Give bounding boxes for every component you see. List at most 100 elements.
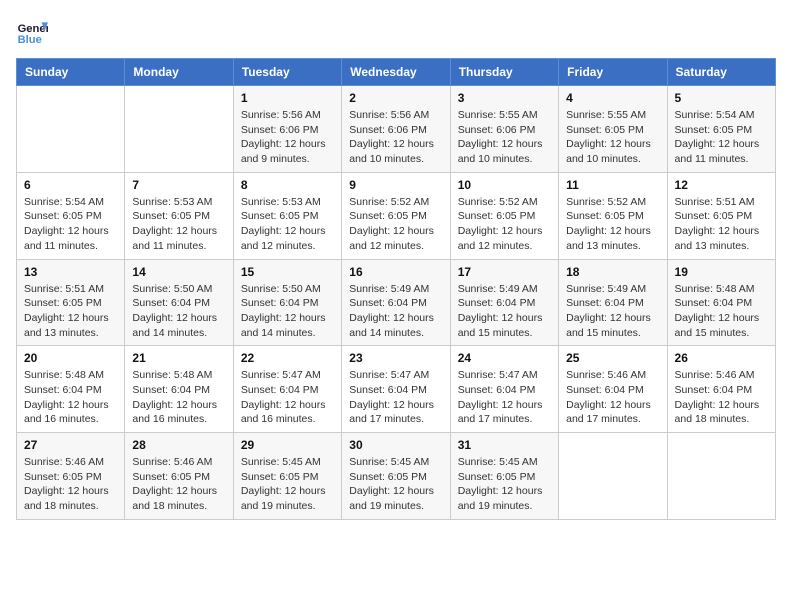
calendar-cell: 16 Sunrise: 5:49 AMSunset: 6:04 PMDayligh…	[342, 259, 450, 346]
day-info: Sunrise: 5:48 AMSunset: 6:04 PMDaylight:…	[24, 368, 117, 427]
calendar-week-row: 6 Sunrise: 5:54 AMSunset: 6:05 PMDaylight…	[17, 172, 776, 259]
calendar-table: SundayMondayTuesdayWednesdayThursdayFrid…	[16, 58, 776, 520]
calendar-week-row: 27 Sunrise: 5:46 AMSunset: 6:05 PMDayligh…	[17, 433, 776, 520]
day-info: Sunrise: 5:46 AMSunset: 6:04 PMDaylight:…	[566, 368, 659, 427]
day-number: 13	[24, 265, 117, 279]
day-info: Sunrise: 5:53 AMSunset: 6:05 PMDaylight:…	[132, 195, 225, 254]
calendar-cell: 1 Sunrise: 5:56 AMSunset: 6:06 PMDaylight…	[233, 86, 341, 173]
day-number: 25	[566, 351, 659, 365]
day-number: 4	[566, 91, 659, 105]
day-number: 31	[458, 438, 551, 452]
day-info: Sunrise: 5:51 AMSunset: 6:05 PMDaylight:…	[675, 195, 768, 254]
day-number: 10	[458, 178, 551, 192]
day-number: 12	[675, 178, 768, 192]
svg-text:Blue: Blue	[18, 34, 42, 46]
calendar-cell: 21Sunrise: 5:48 AMSunset: 6:04 PMDayligh…	[125, 346, 233, 433]
calendar-cell: 10 Sunrise: 5:52 AMSunset: 6:05 PMDayligh…	[450, 172, 558, 259]
calendar-cell: 22Sunrise: 5:47 AMSunset: 6:04 PMDayligh…	[233, 346, 341, 433]
calendar-header-row: SundayMondayTuesdayWednesdayThursdayFrid…	[17, 59, 776, 86]
calendar-cell: 20 Sunrise: 5:48 AMSunset: 6:04 PMDayligh…	[17, 346, 125, 433]
day-number: 16	[349, 265, 442, 279]
calendar-cell: 19Sunrise: 5:48 AMSunset: 6:04 PMDayligh…	[667, 259, 775, 346]
day-number: 19	[675, 265, 768, 279]
weekday-header: Monday	[125, 59, 233, 86]
page-header: General Blue	[16, 16, 776, 48]
calendar-cell	[17, 86, 125, 173]
calendar-cell: 23 Sunrise: 5:47 AMSunset: 6:04 PMDayligh…	[342, 346, 450, 433]
logo-icon: General Blue	[16, 16, 48, 48]
day-info: Sunrise: 5:55 AMSunset: 6:06 PMDaylight:…	[458, 108, 551, 167]
day-number: 1	[241, 91, 334, 105]
day-info: Sunrise: 5:46 AMSunset: 6:04 PMDaylight:…	[675, 368, 768, 427]
day-info: Sunrise: 5:49 AMSunset: 6:04 PMDaylight:…	[458, 282, 551, 341]
weekday-header: Thursday	[450, 59, 558, 86]
day-info: Sunrise: 5:45 AMSunset: 6:05 PMDaylight:…	[349, 455, 442, 514]
day-number: 14	[132, 265, 225, 279]
day-info: Sunrise: 5:56 AMSunset: 6:06 PMDaylight:…	[241, 108, 334, 167]
calendar-week-row: 1 Sunrise: 5:56 AMSunset: 6:06 PMDaylight…	[17, 86, 776, 173]
day-info: Sunrise: 5:52 AMSunset: 6:05 PMDaylight:…	[349, 195, 442, 254]
calendar-cell: 14 Sunrise: 5:50 AMSunset: 6:04 PMDayligh…	[125, 259, 233, 346]
day-info: Sunrise: 5:54 AMSunset: 6:05 PMDaylight:…	[24, 195, 117, 254]
day-number: 9	[349, 178, 442, 192]
day-info: Sunrise: 5:45 AMSunset: 6:05 PMDaylight:…	[241, 455, 334, 514]
day-info: Sunrise: 5:52 AMSunset: 6:05 PMDaylight:…	[458, 195, 551, 254]
calendar-cell: 4 Sunrise: 5:55 AMSunset: 6:05 PMDaylight…	[559, 86, 667, 173]
day-info: Sunrise: 5:50 AMSunset: 6:04 PMDaylight:…	[132, 282, 225, 341]
calendar-week-row: 13Sunrise: 5:51 AMSunset: 6:05 PMDayligh…	[17, 259, 776, 346]
calendar-week-row: 20 Sunrise: 5:48 AMSunset: 6:04 PMDayligh…	[17, 346, 776, 433]
calendar-cell: 18Sunrise: 5:49 AMSunset: 6:04 PMDayligh…	[559, 259, 667, 346]
day-number: 26	[675, 351, 768, 365]
day-number: 15	[241, 265, 334, 279]
day-number: 29	[241, 438, 334, 452]
calendar-cell: 28 Sunrise: 5:46 AMSunset: 6:05 PMDayligh…	[125, 433, 233, 520]
day-info: Sunrise: 5:46 AMSunset: 6:05 PMDaylight:…	[132, 455, 225, 514]
calendar-cell: 31 Sunrise: 5:45 AMSunset: 6:05 PMDayligh…	[450, 433, 558, 520]
day-info: Sunrise: 5:55 AMSunset: 6:05 PMDaylight:…	[566, 108, 659, 167]
day-number: 11	[566, 178, 659, 192]
weekday-header: Sunday	[17, 59, 125, 86]
day-info: Sunrise: 5:50 AMSunset: 6:04 PMDaylight:…	[241, 282, 334, 341]
day-info: Sunrise: 5:47 AMSunset: 6:04 PMDaylight:…	[458, 368, 551, 427]
day-number: 2	[349, 91, 442, 105]
calendar-cell: 2Sunrise: 5:56 AMSunset: 6:06 PMDaylight…	[342, 86, 450, 173]
day-info: Sunrise: 5:47 AMSunset: 6:04 PMDaylight:…	[349, 368, 442, 427]
day-number: 7	[132, 178, 225, 192]
calendar-cell: 5Sunrise: 5:54 AMSunset: 6:05 PMDaylight…	[667, 86, 775, 173]
calendar-cell: 17 Sunrise: 5:49 AMSunset: 6:04 PMDayligh…	[450, 259, 558, 346]
day-number: 20	[24, 351, 117, 365]
calendar-cell	[559, 433, 667, 520]
calendar-cell: 26 Sunrise: 5:46 AMSunset: 6:04 PMDayligh…	[667, 346, 775, 433]
day-number: 3	[458, 91, 551, 105]
day-number: 8	[241, 178, 334, 192]
calendar-cell: 13Sunrise: 5:51 AMSunset: 6:05 PMDayligh…	[17, 259, 125, 346]
weekday-header: Wednesday	[342, 59, 450, 86]
day-info: Sunrise: 5:49 AMSunset: 6:04 PMDaylight:…	[566, 282, 659, 341]
day-number: 28	[132, 438, 225, 452]
day-number: 24	[458, 351, 551, 365]
calendar-cell	[667, 433, 775, 520]
day-number: 23	[349, 351, 442, 365]
day-number: 27	[24, 438, 117, 452]
calendar-cell: 11 Sunrise: 5:52 AMSunset: 6:05 PMDayligh…	[559, 172, 667, 259]
day-info: Sunrise: 5:49 AMSunset: 6:04 PMDaylight:…	[349, 282, 442, 341]
logo: General Blue	[16, 16, 52, 48]
weekday-header: Tuesday	[233, 59, 341, 86]
calendar-cell: 9 Sunrise: 5:52 AMSunset: 6:05 PMDaylight…	[342, 172, 450, 259]
day-number: 22	[241, 351, 334, 365]
day-number: 30	[349, 438, 442, 452]
day-info: Sunrise: 5:45 AMSunset: 6:05 PMDaylight:…	[458, 455, 551, 514]
weekday-header: Friday	[559, 59, 667, 86]
calendar-cell: 15 Sunrise: 5:50 AMSunset: 6:04 PMDayligh…	[233, 259, 341, 346]
calendar-cell: 27 Sunrise: 5:46 AMSunset: 6:05 PMDayligh…	[17, 433, 125, 520]
day-info: Sunrise: 5:52 AMSunset: 6:05 PMDaylight:…	[566, 195, 659, 254]
day-number: 21	[132, 351, 225, 365]
day-info: Sunrise: 5:46 AMSunset: 6:05 PMDaylight:…	[24, 455, 117, 514]
calendar-cell: 3 Sunrise: 5:55 AMSunset: 6:06 PMDaylight…	[450, 86, 558, 173]
weekday-header: Saturday	[667, 59, 775, 86]
calendar-cell: 7 Sunrise: 5:53 AMSunset: 6:05 PMDaylight…	[125, 172, 233, 259]
calendar-cell	[125, 86, 233, 173]
day-info: Sunrise: 5:54 AMSunset: 6:05 PMDaylight:…	[675, 108, 768, 167]
day-number: 6	[24, 178, 117, 192]
day-number: 17	[458, 265, 551, 279]
